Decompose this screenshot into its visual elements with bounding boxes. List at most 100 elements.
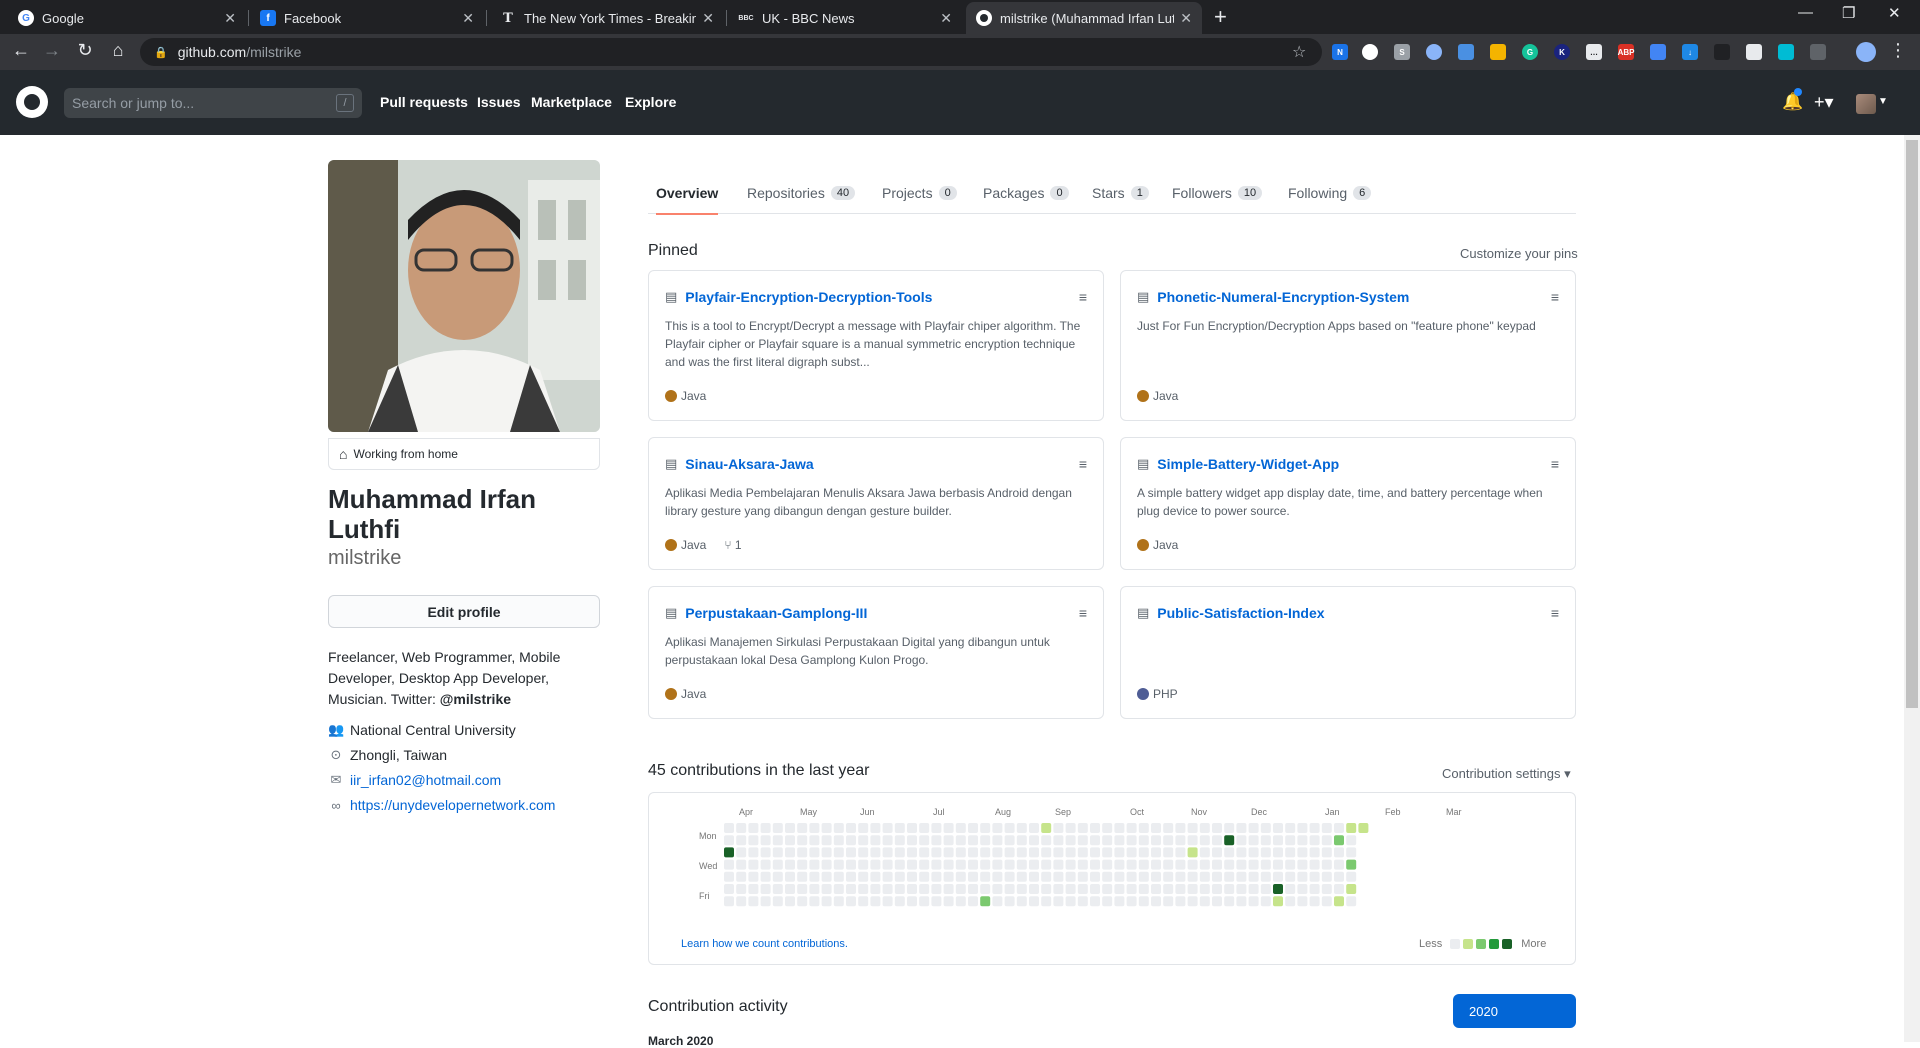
contribution-day-cell[interactable] [955,823,966,833]
contribution-day-cell[interactable] [821,847,832,858]
contribution-day-cell[interactable] [1260,859,1271,870]
browser-tab-github[interactable]: milstrike (Muhammad Irfan Luthf ✕ [966,2,1202,34]
contribution-day-cell[interactable] [724,823,734,833]
contribution-day-cell[interactable] [1236,823,1247,833]
contribution-day-cell[interactable] [1065,871,1076,882]
twitter-handle[interactable]: @milstrike [440,691,511,707]
drag-handle-icon[interactable]: ≡ [1079,456,1087,472]
contribution-day-cell[interactable] [1053,823,1064,833]
contribution-day-cell[interactable] [1260,896,1271,907]
contribution-day-cell[interactable] [1285,835,1296,846]
contribution-day-cell[interactable] [1285,896,1296,907]
contribution-day-cell[interactable] [785,884,795,894]
contribution-day-cell[interactable] [809,884,820,894]
contribution-day-cell[interactable] [931,835,942,846]
contribution-day-cell[interactable] [1248,884,1259,894]
contribution-day-cell[interactable] [772,884,783,894]
repo-link[interactable]: ▤ Sinau-Aksara-Jawa [665,456,814,472]
repo-link[interactable]: ▤ Public-Satisfaction-Index [1137,605,1325,621]
extension-skype-icon[interactable]: S [1394,44,1410,60]
close-icon[interactable]: ✕ [940,10,952,27]
extension-new-icon[interactable]: N [1332,44,1348,60]
contribution-day-cell[interactable] [1334,859,1344,870]
contribution-day-cell[interactable] [894,871,905,882]
contribution-day-cell[interactable] [1199,884,1210,894]
contribution-day-cell[interactable] [1199,847,1210,858]
contribution-day-cell[interactable] [907,884,917,894]
contribution-day-cell[interactable] [870,859,881,870]
download-icon[interactable]: ↓ [1682,44,1698,60]
restore-icon[interactable]: ❐ [1842,4,1855,22]
contribution-day-cell[interactable] [736,896,747,907]
contribution-day-cell[interactable] [1321,847,1332,858]
github-logo-icon[interactable] [16,86,48,118]
contribution-day-cell[interactable] [760,871,771,882]
contribution-day-cell[interactable] [785,896,795,907]
website-link[interactable]: https://unydevelopernetwork.com [350,797,555,813]
contribution-day-cell[interactable] [1248,896,1259,907]
home-icon[interactable]: ⌂ [106,40,130,61]
contribution-day-cell[interactable] [1334,896,1344,907]
contribution-day-cell[interactable] [833,884,844,894]
contribution-day-cell[interactable] [1187,847,1198,858]
contribution-day-cell[interactable] [1297,823,1308,833]
browser-tab-facebook[interactable]: f Facebook ✕ [250,2,484,34]
contribution-day-cell[interactable] [833,823,844,833]
contribution-day-cell[interactable] [1236,896,1247,907]
contribution-day-cell[interactable] [1346,859,1357,870]
customize-pins-link[interactable]: Customize your pins [1460,246,1578,261]
nav-explore[interactable]: Explore [625,94,676,110]
contribution-day-cell[interactable] [858,823,869,833]
contribution-day-cell[interactable] [1114,847,1125,858]
contribution-day-cell[interactable] [1163,896,1174,907]
contribution-day-cell[interactable] [955,847,966,858]
contribution-day-cell[interactable] [1273,871,1283,882]
contribution-day-cell[interactable] [907,896,917,907]
contribution-day-cell[interactable] [846,871,856,882]
contribution-day-cell[interactable] [833,835,844,846]
contribution-day-cell[interactable] [943,859,954,870]
contribution-day-cell[interactable] [980,823,991,833]
contribution-day-cell[interactable] [1187,835,1198,846]
contribution-day-cell[interactable] [1309,884,1320,894]
contribution-day-cell[interactable] [1199,859,1210,870]
contribution-day-cell[interactable] [1248,847,1259,858]
contribution-day-cell[interactable] [1004,847,1015,858]
contribution-day-cell[interactable] [1212,859,1222,870]
contribution-day-cell[interactable] [809,847,820,858]
contribution-day-cell[interactable] [1212,871,1222,882]
contribution-day-cell[interactable] [858,871,869,882]
contribution-day-cell[interactable] [931,884,942,894]
contribution-day-cell[interactable] [980,859,991,870]
contribution-day-cell[interactable] [1273,896,1283,907]
contribution-day-cell[interactable] [980,884,991,894]
contribution-day-cell[interactable] [1199,896,1210,907]
contribution-day-cell[interactable] [1224,884,1235,894]
contribution-day-cell[interactable] [1309,871,1320,882]
contribution-day-cell[interactable] [846,847,856,858]
contribution-day-cell[interactable] [1285,859,1296,870]
contribution-day-cell[interactable] [907,871,917,882]
contribution-day-cell[interactable] [724,884,734,894]
contribution-day-cell[interactable] [955,871,966,882]
contribution-day-cell[interactable] [1334,823,1344,833]
contribution-day-cell[interactable] [1029,871,1039,882]
contribution-day-cell[interactable] [821,823,832,833]
contribution-day-cell[interactable] [1126,847,1137,858]
contribution-day-cell[interactable] [1358,823,1369,833]
contribution-day-cell[interactable] [1224,859,1235,870]
contribution-day-cell[interactable] [1090,871,1100,882]
contribution-day-cell[interactable] [968,896,978,907]
contribution-day-cell[interactable] [1346,884,1357,894]
tab-repositories[interactable]: Repositories 40 [747,172,856,214]
contribution-day-cell[interactable] [1273,859,1283,870]
contribution-day-cell[interactable] [1102,859,1113,870]
contribution-day-cell[interactable] [1273,835,1283,846]
close-icon[interactable]: ✕ [224,10,236,27]
contribution-day-cell[interactable] [1077,835,1088,846]
contribution-day-cell[interactable] [870,835,881,846]
contribution-day-cell[interactable] [1090,896,1100,907]
contribution-day-cell[interactable] [1114,859,1125,870]
contribution-day-cell[interactable] [943,896,954,907]
contribution-day-cell[interactable] [1004,823,1015,833]
